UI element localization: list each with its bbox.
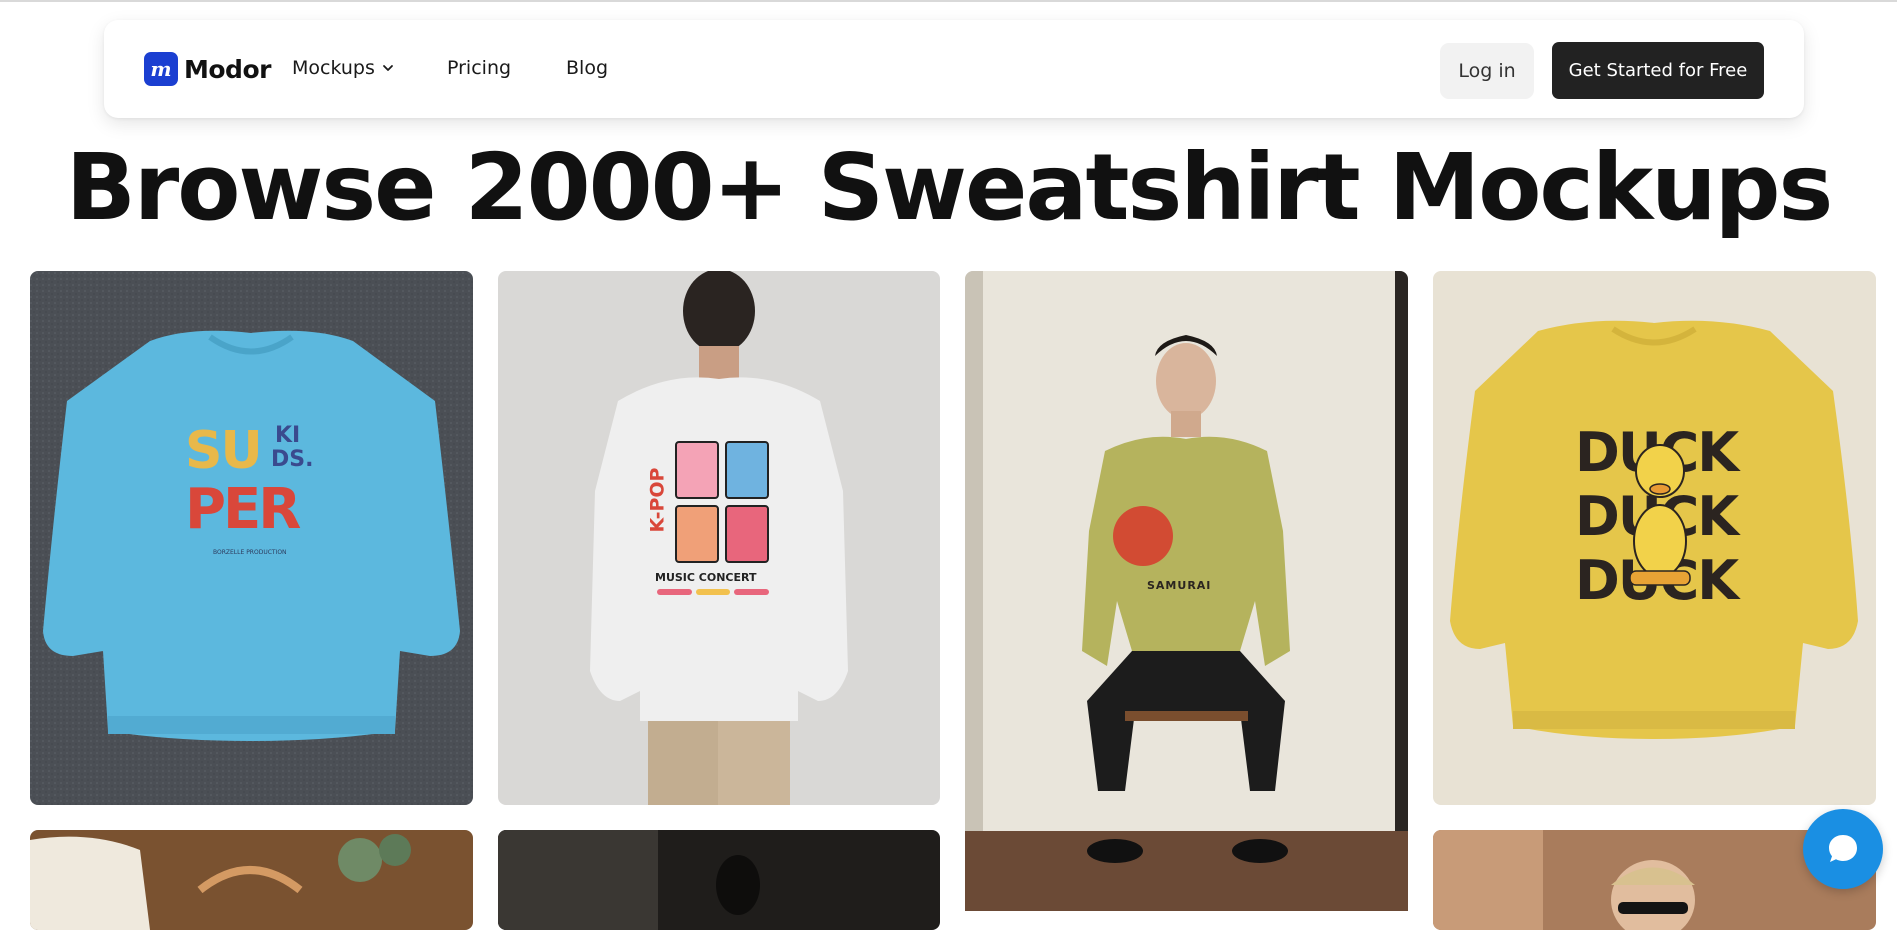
- mockup-card-olive[interactable]: SAMURAI: [965, 271, 1408, 911]
- mockup-card-white[interactable]: K-POP MUSIC CONCERT: [498, 271, 940, 805]
- chat-button[interactable]: [1803, 809, 1883, 889]
- nav-mockups[interactable]: Mockups: [292, 57, 395, 79]
- mockup-card-book[interactable]: [30, 830, 473, 930]
- login-button[interactable]: Log in: [1440, 43, 1534, 99]
- print-caption: SAMURAI: [1147, 579, 1212, 592]
- main-navigation: m Modor Mockups Pricing Blog Log in Get …: [104, 20, 1804, 118]
- print-text-per: PER: [185, 477, 301, 542]
- brand-logo[interactable]: m Modor: [144, 52, 271, 86]
- page-title: Browse 2000+ Sweatshirt Mockups: [65, 134, 1834, 241]
- print-text-ds: DS.: [271, 447, 314, 472]
- mockup-card-yellow[interactable]: DUCK DUCK DUCK: [1433, 271, 1876, 805]
- print-caption: MUSIC CONCERT: [655, 571, 757, 584]
- print-text-kpop: K-POP: [646, 467, 669, 533]
- nav-mockups-label: Mockups: [292, 57, 375, 79]
- get-started-button[interactable]: Get Started for Free: [1552, 42, 1764, 99]
- logo-mark: m: [144, 52, 178, 86]
- mockup-image: [498, 830, 940, 930]
- print-small-text: BORZELLE PRODUCTION: [213, 549, 287, 556]
- chat-icon: [1829, 835, 1857, 862]
- print-graphic: K-POP MUSIC CONCERT: [646, 441, 773, 611]
- brand-name: Modor: [184, 54, 271, 84]
- nav-blog[interactable]: Blog: [566, 57, 608, 79]
- chevron-down-icon: [382, 65, 393, 71]
- mockup-image: [30, 830, 473, 930]
- duck-illustration: [1629, 444, 1691, 586]
- print-text-su: SU: [185, 421, 263, 481]
- nav-pricing[interactable]: Pricing: [447, 57, 511, 79]
- top-divider: [0, 0, 1897, 2]
- print-text-ki: KI: [275, 423, 301, 448]
- mockup-card-blue[interactable]: SU KI DS. PER BORZELLE PRODUCTION: [30, 271, 473, 805]
- mockup-card-dark[interactable]: [498, 830, 940, 930]
